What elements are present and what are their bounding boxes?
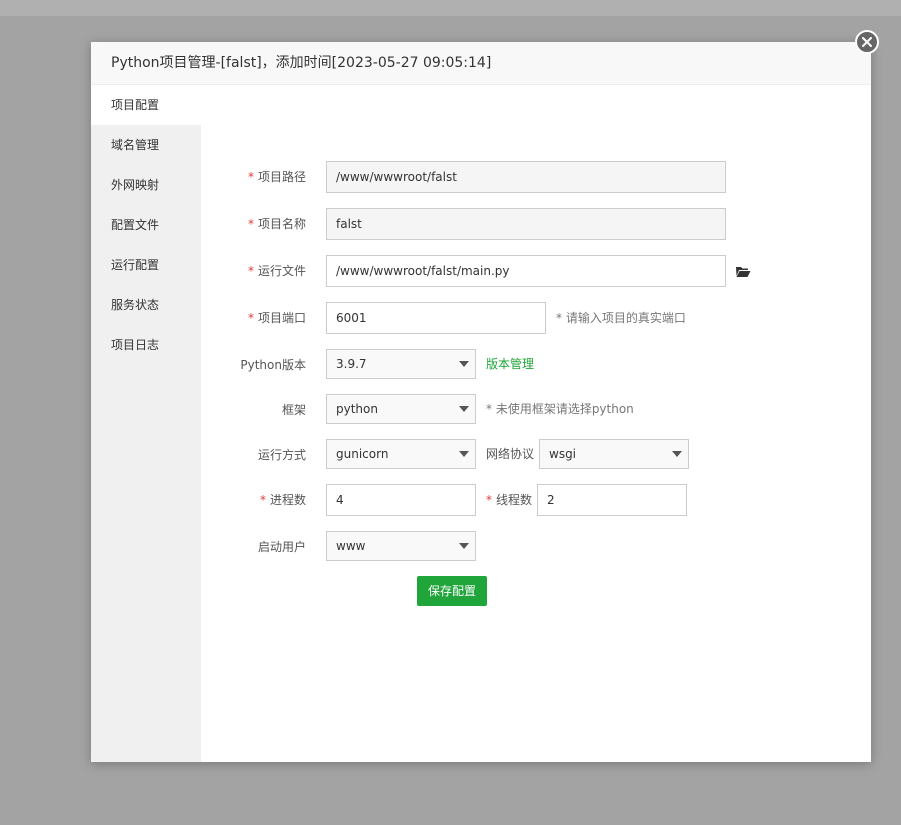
row-run-mode: 运行方式 gunicorn 网络协议 wsgi	[201, 439, 861, 471]
run-mode-select[interactable]: gunicorn	[326, 439, 476, 469]
chevron-down-icon	[672, 451, 682, 457]
save-config-button[interactable]: 保存配置	[417, 576, 487, 606]
run-file-input[interactable]: /www/wwwroot/falst/main.py	[326, 255, 726, 287]
dialog-sidebar: 项目配置 域名管理 外网映射 配置文件 运行配置 服务状态 项目日志	[91, 85, 201, 762]
sidebar-item-config-file[interactable]: 配置文件	[91, 205, 201, 245]
start-user-select[interactable]: www	[326, 531, 476, 561]
row-project-path: * 项目路径 /www/wwwroot/falst	[201, 161, 861, 193]
threads-label: * 线程数	[486, 493, 533, 507]
row-project-name: * 项目名称 falst	[201, 208, 861, 240]
project-config-form: * 项目路径 /www/wwwroot/falst * 项目名称 falst * 运行…	[201, 85, 871, 762]
row-framework: 框架 python * 未使用框架请选择python	[201, 394, 861, 426]
sidebar-item-service-status[interactable]: 服务状态	[91, 285, 201, 325]
row-project-port: * 项目端口 6001 * 请输入项目的真实端口	[201, 302, 861, 334]
threads-input[interactable]: 2	[537, 484, 687, 516]
run-mode-label: 运行方式	[257, 448, 306, 462]
framework-hint: * 未使用框架请选择python	[486, 402, 634, 416]
dialog-title: Python项目管理-[falst]，添加时间[2023-05-27 09:05…	[91, 42, 871, 85]
required-mark: *	[247, 311, 254, 325]
project-settings-dialog: Python项目管理-[falst]，添加时间[2023-05-27 09:05…	[91, 42, 871, 762]
row-processes: * 进程数 4 * 线程数 2	[201, 484, 861, 516]
chevron-down-icon	[459, 543, 469, 549]
protocol-label: 网络协议	[486, 447, 535, 461]
python-version-select[interactable]: 3.9.7	[326, 349, 476, 379]
required-mark: *	[259, 493, 266, 507]
protocol-select[interactable]: wsgi	[539, 439, 689, 469]
required-mark: *	[486, 493, 492, 507]
project-name-label: * 项目名称	[247, 217, 306, 231]
sidebar-item-domain-management[interactable]: 域名管理	[91, 125, 201, 165]
chevron-down-icon	[459, 451, 469, 457]
sidebar-item-project-config[interactable]: 项目配置	[91, 85, 201, 125]
required-mark: *	[247, 217, 254, 231]
sidebar-item-external-mapping[interactable]: 外网映射	[91, 165, 201, 205]
chevron-down-icon	[459, 406, 469, 412]
close-dialog-button[interactable]	[855, 30, 879, 54]
close-icon	[862, 37, 872, 47]
folder-open-icon[interactable]	[735, 265, 751, 281]
project-path-input[interactable]: /www/wwwroot/falst	[326, 161, 726, 193]
row-start-user: 启动用户 www	[201, 531, 861, 563]
framework-label: 框架	[281, 403, 306, 417]
processes-label: * 进程数	[259, 493, 306, 507]
background-overlay-strip	[0, 0, 901, 16]
project-port-input[interactable]: 6001	[326, 302, 546, 334]
sidebar-item-project-log[interactable]: 项目日志	[91, 325, 201, 365]
required-mark: *	[247, 170, 254, 184]
python-version-label: Python版本	[240, 358, 306, 372]
start-user-label: 启动用户	[257, 540, 306, 554]
chevron-down-icon	[459, 361, 469, 367]
row-run-file: * 运行文件 /www/wwwroot/falst/main.py	[201, 255, 861, 287]
version-management-link[interactable]: 版本管理	[486, 349, 534, 379]
project-path-label: * 项目路径	[247, 170, 306, 184]
project-port-label: * 项目端口	[247, 311, 306, 325]
processes-input[interactable]: 4	[326, 484, 476, 516]
required-mark: *	[247, 264, 254, 278]
project-name-input[interactable]: falst	[326, 208, 726, 240]
row-python-version: Python版本 3.9.7 版本管理	[201, 349, 861, 381]
run-file-label: * 运行文件	[247, 264, 306, 278]
framework-select[interactable]: python	[326, 394, 476, 424]
port-hint: * 请输入项目的真实端口	[556, 311, 686, 325]
sidebar-item-run-config[interactable]: 运行配置	[91, 245, 201, 285]
